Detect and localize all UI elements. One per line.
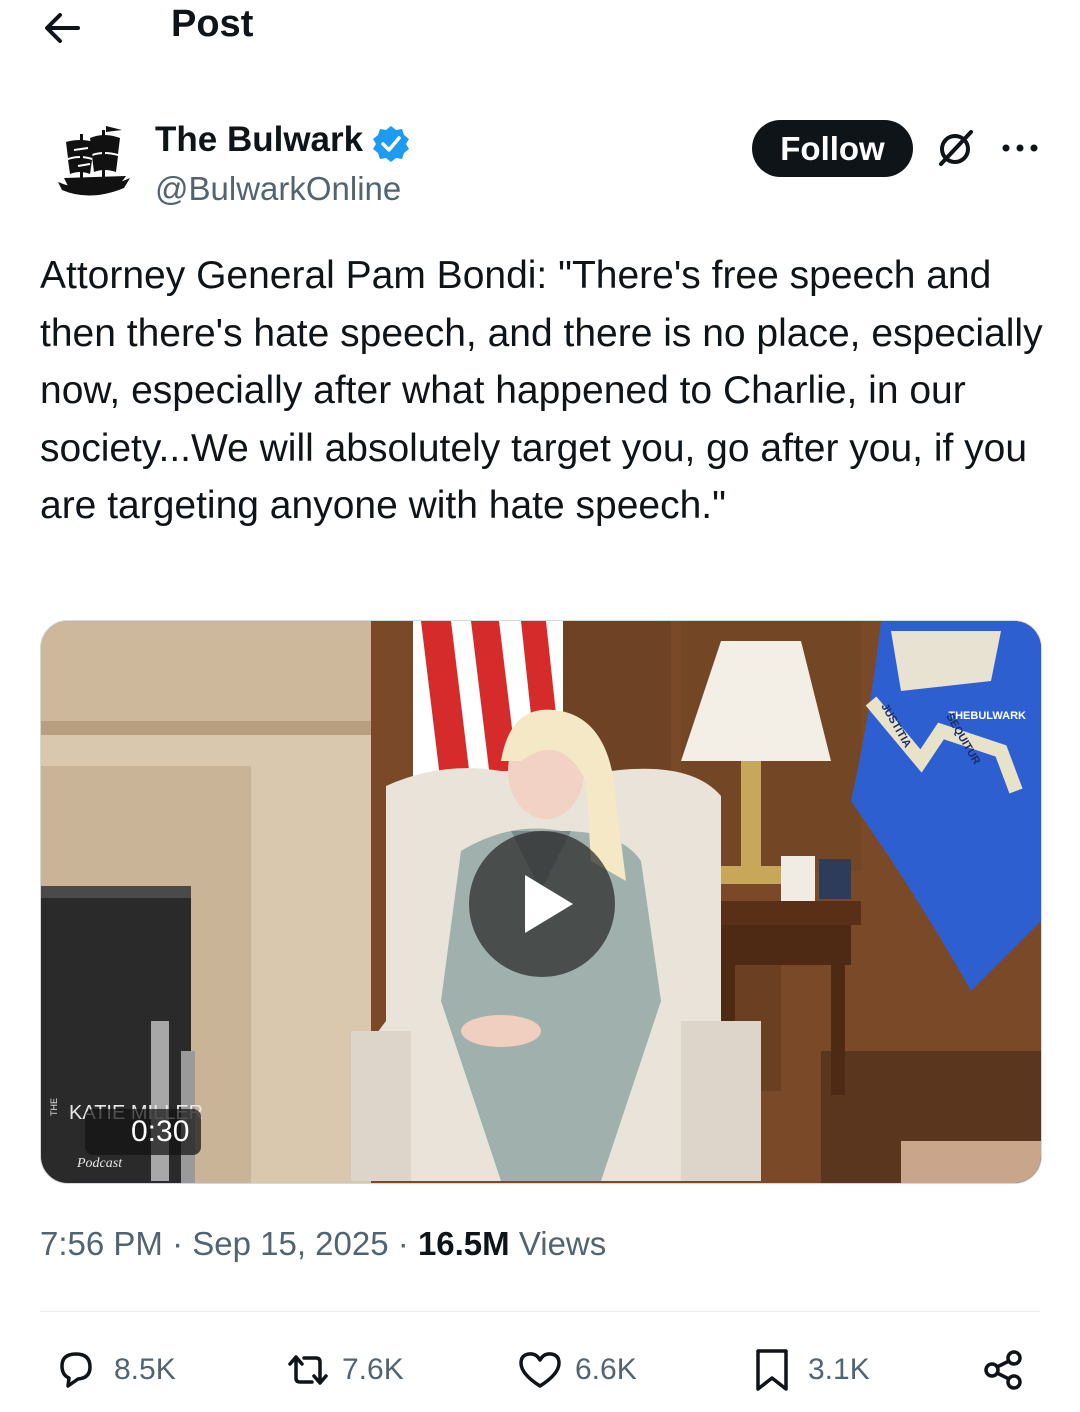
play-icon	[525, 875, 573, 933]
author-avatar[interactable]	[50, 120, 140, 210]
watermark-sub: Podcast	[76, 1156, 123, 1171]
bulwark-ship-logo-icon	[50, 120, 140, 210]
grok-icon[interactable]	[935, 128, 975, 168]
video-duration-badge: 0:30	[85, 1109, 202, 1155]
divider	[40, 1311, 1040, 1312]
meta-separator: ·	[172, 1225, 193, 1262]
post-time[interactable]: 7:56 PM	[40, 1225, 163, 1262]
repost-button[interactable]: 7.6K	[282, 1342, 404, 1398]
more-options-icon[interactable]	[1000, 135, 1040, 161]
corner-watermark-text: THEBULWARK	[948, 710, 1026, 722]
bookmark-button[interactable]: 3.1K	[750, 1342, 870, 1398]
post-meta: 7:56 PM · Sep 15, 2025 · 16.5M Views	[40, 1225, 606, 1263]
page-title: Post	[171, 3, 254, 45]
author-handle[interactable]: @BulwarkOnline	[155, 170, 401, 208]
views-label: Views	[518, 1225, 607, 1262]
post-text: Attorney General Pam Bondi: "There's fre…	[40, 254, 1043, 527]
reply-icon	[60, 1352, 92, 1388]
watermark-top: THE	[49, 1098, 59, 1116]
follow-button[interactable]: Follow	[752, 120, 913, 177]
repost-count: 7.6K	[342, 1353, 404, 1386]
reply-count: 8.5K	[114, 1353, 176, 1386]
like-button[interactable]: 6.6K	[515, 1342, 637, 1398]
bookmark-count: 3.1K	[808, 1353, 870, 1386]
verified-badge-icon	[371, 124, 411, 164]
reply-button[interactable]: 8.5K	[52, 1342, 176, 1398]
share-button[interactable]	[980, 1342, 1028, 1398]
repost-icon	[288, 1355, 328, 1385]
views-count: 16.5M	[417, 1225, 510, 1262]
post-date[interactable]: Sep 15, 2025	[192, 1225, 388, 1262]
play-button[interactable]	[469, 831, 615, 977]
bookmark-icon	[756, 1349, 788, 1391]
share-icon	[984, 1350, 1022, 1390]
author-name[interactable]: The Bulwark	[155, 120, 363, 160]
video-duration: 0:30	[131, 1115, 190, 1148]
heart-icon	[519, 1352, 561, 1388]
top-bar: Post	[0, 0, 1080, 60]
back-arrow-icon[interactable]	[40, 8, 84, 48]
video-player[interactable]: THEBULWARK JUSTITIA SEQUITUR THE KATIE M…	[40, 620, 1042, 1184]
meta-separator: ·	[397, 1225, 418, 1262]
like-count: 6.6K	[575, 1353, 637, 1386]
